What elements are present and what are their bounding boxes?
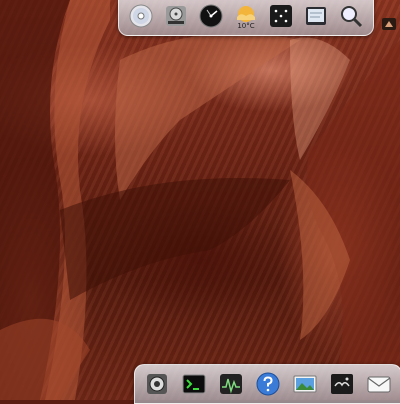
top-dock: 10°C bbox=[118, 0, 374, 36]
dvd-player-icon[interactable] bbox=[127, 2, 155, 30]
canyon-rock-shapes bbox=[0, 0, 400, 400]
weather-widget-icon[interactable]: 10°C bbox=[232, 2, 260, 30]
spaces-icon[interactable] bbox=[267, 2, 295, 30]
weather-temperature: 10°C bbox=[237, 22, 255, 30]
notes-icon[interactable] bbox=[302, 2, 330, 30]
preview-icon[interactable] bbox=[143, 370, 171, 398]
help-icon[interactable] bbox=[254, 370, 282, 398]
menu-extra-icon[interactable] bbox=[382, 18, 396, 30]
mail-icon[interactable] bbox=[365, 370, 393, 398]
search-icon[interactable] bbox=[337, 2, 365, 30]
desktop-wallpaper bbox=[0, 0, 400, 400]
activity-monitor-icon[interactable] bbox=[217, 370, 245, 398]
dashboard-icon[interactable] bbox=[197, 2, 225, 30]
terminal-icon[interactable] bbox=[180, 370, 208, 398]
iphoto-icon[interactable] bbox=[291, 370, 319, 398]
photo-booth-icon[interactable] bbox=[328, 370, 356, 398]
bottom-dock bbox=[134, 364, 400, 404]
disk-utility-icon[interactable] bbox=[162, 2, 190, 30]
